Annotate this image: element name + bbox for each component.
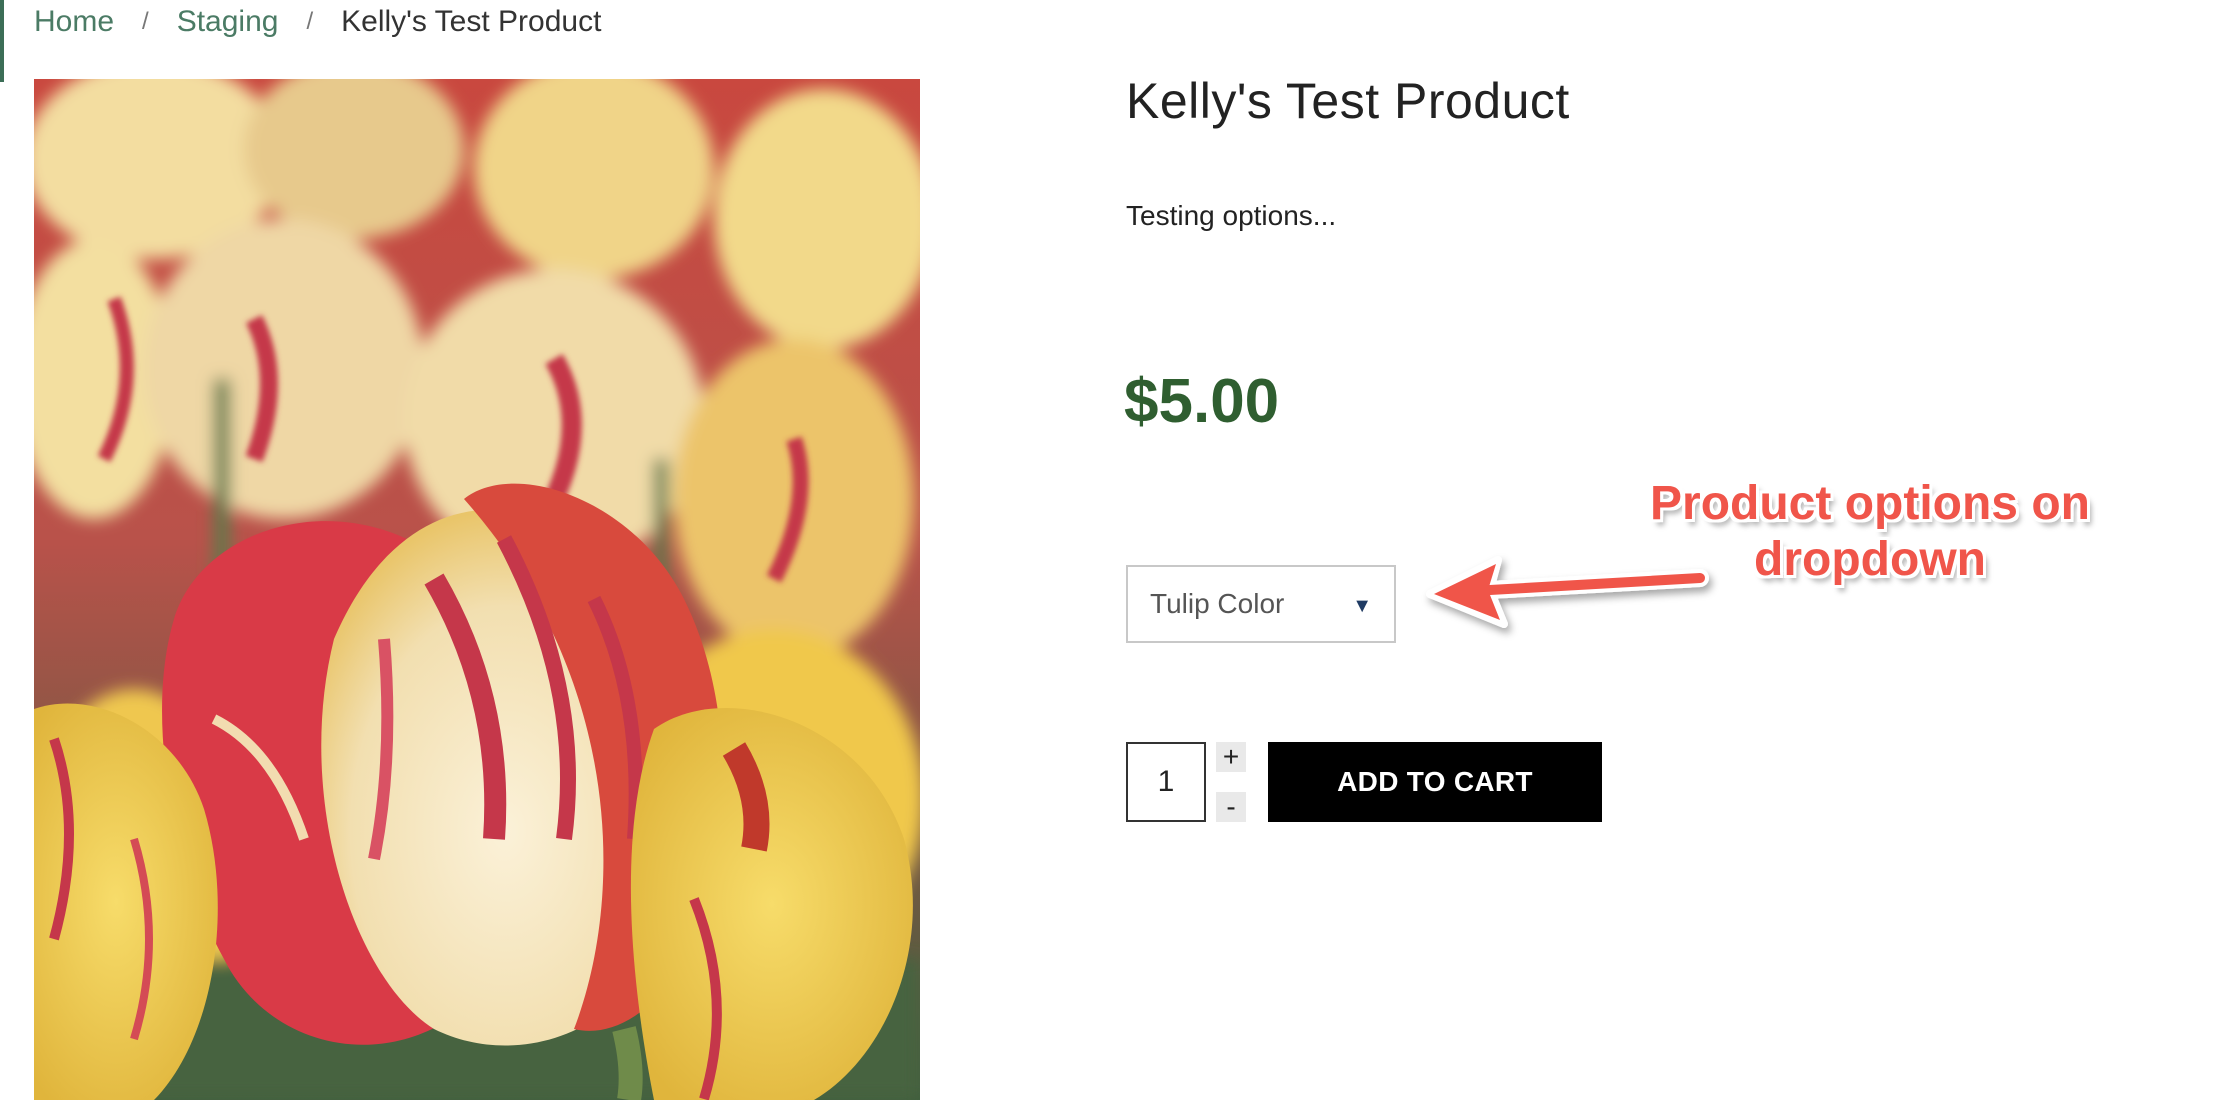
option-select-label: Tulip Color — [1150, 588, 1285, 619]
left-accent-rule — [0, 0, 4, 82]
tulip-color-select[interactable]: Tulip Color ▼ — [1126, 565, 1396, 643]
quantity-input[interactable] — [1126, 742, 1206, 822]
product-price: $5.00 — [1124, 367, 1280, 436]
quantity-increment-button[interactable]: + — [1216, 742, 1246, 772]
breadcrumb-staging-link[interactable]: Staging — [177, 5, 279, 39]
breadcrumb: Home / Staging / Kelly's Test Product — [34, 0, 601, 44]
annotation-text: Product options on dropdown — [1650, 477, 2090, 586]
product-title: Kelly's Test Product — [1126, 73, 1570, 129]
breadcrumb-separator: / — [142, 8, 149, 35]
product-page: Home / Staging / Kelly's Test Product Ke… — [0, 0, 2224, 1100]
product-image[interactable] — [34, 79, 920, 1100]
breadcrumb-separator: / — [306, 8, 314, 35]
caret-down-icon: ▼ — [1352, 594, 1372, 617]
add-to-cart-button[interactable]: ADD TO CART — [1268, 742, 1602, 822]
quantity-decrement-button[interactable]: - — [1216, 792, 1246, 822]
breadcrumb-home-link[interactable]: Home — [34, 5, 114, 39]
tulips-photo — [34, 79, 920, 1100]
breadcrumb-current: Kelly's Test Product — [341, 5, 602, 38]
product-description: Testing options... — [1126, 200, 1337, 231]
